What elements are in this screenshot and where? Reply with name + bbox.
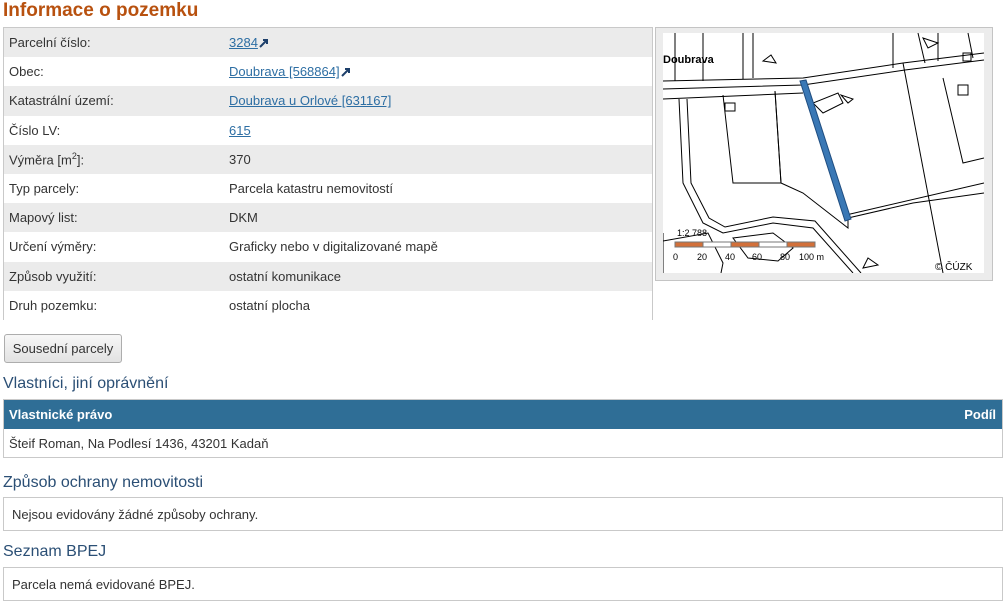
row-label: Obec: (9, 64, 44, 80)
parcel-row-usage: Způsob využití: ostatní komunikace (4, 261, 652, 291)
parcel-row-map-sheet: Mapový list: DKM (4, 203, 652, 233)
highlighted-parcel[interactable] (799, 79, 852, 222)
scale-tick: 20 (697, 252, 707, 262)
owners-section-title: Vlastníci, jiní oprávnění (3, 375, 169, 392)
map-place-label: Doubrava (663, 54, 715, 66)
scale-tick: 100 m (799, 252, 824, 262)
owners-table: Vlastnické právo Podíl Šteif Roman, Na P… (3, 399, 1003, 458)
bpej-box: Parcela nemá evidované BPEJ. (3, 567, 1003, 601)
map-copyright: © ČÚZK (935, 260, 973, 273)
external-link-icon[interactable] (340, 67, 351, 77)
parcel-row-cadastral-area: Katastrální území: Doubrava u Orlové [63… (4, 86, 652, 116)
parcel-row-type: Typ parcely: Parcela katastru nemovitost… (4, 173, 652, 204)
parcel-row-number: Parcelní číslo: 3284 (4, 28, 652, 58)
map-canvas[interactable]: Doubrava 1:2 788 0 20 40 60 80 100 m © Č… (663, 33, 984, 273)
share-header: Podíl (964, 407, 996, 422)
bpej-section-title: Seznam BPEJ (3, 543, 107, 560)
row-value: 370 (229, 151, 251, 167)
table-row: Šteif Roman, Na Podlesí 1436, 43201 Kada… (4, 429, 1002, 458)
row-label: Katastrální území: (9, 93, 114, 109)
row-value: Graficky nebo v digitalizované mapě (229, 239, 438, 255)
row-label: Mapový list: (9, 210, 78, 226)
row-label: Druh pozemku: (9, 297, 98, 313)
map-scale-text: 1:2 788 (677, 228, 707, 238)
cadastral-map-drawing: Doubrava 1:2 788 0 20 40 60 80 100 m © Č… (663, 33, 984, 273)
owners-table-header: Vlastnické právo Podíl (4, 400, 1002, 429)
row-value: Parcela katastru nemovitostí (229, 181, 394, 197)
cadastral-area-link[interactable]: Doubrava u Orlové [631167] (229, 93, 391, 108)
parcel-map[interactable]: Doubrava 1:2 788 0 20 40 60 80 100 m © Č… (655, 27, 993, 281)
page-title: Informace o pozemku (3, 0, 199, 21)
parcel-number-link[interactable]: 3284 (229, 35, 258, 50)
external-link-icon[interactable] (259, 38, 269, 48)
protection-text: Nejsou evidovány žádné způsoby ochrany. (12, 506, 259, 522)
protection-box: Nejsou evidovány žádné způsoby ochrany. (3, 497, 1003, 531)
lv-number-link[interactable]: 615 (229, 123, 251, 138)
neighbor-parcels-button[interactable]: Sousední parcely (4, 334, 122, 363)
row-label: Způsob využití: (9, 268, 97, 284)
row-label: Parcelní číslo: (9, 35, 91, 51)
parcel-info-table: Parcelní číslo: 3284 Obec: Doubrava [568… (3, 27, 653, 320)
row-value: ostatní komunikace (229, 268, 342, 284)
parcel-row-area: Výměra [m2]: 370 (4, 144, 652, 174)
parcel-row-land-kind: Druh pozemku: ostatní plocha (4, 290, 652, 320)
row-label: Číslo LV: (9, 122, 61, 138)
scale-tick: 60 (752, 252, 762, 262)
row-label: Typ parcely: (9, 181, 80, 197)
municipality-link[interactable]: Doubrava [568864] (229, 64, 340, 79)
parcel-row-lv: Číslo LV: 615 (4, 115, 652, 145)
row-value: DKM (229, 210, 258, 226)
bpej-text: Parcela nemá evidované BPEJ. (12, 576, 195, 592)
row-value: ostatní plocha (229, 297, 310, 313)
scale-tick: 80 (780, 252, 790, 262)
parcel-row-area-method: Určení výměry: Graficky nebo v digitaliz… (4, 232, 652, 262)
scale-tick: 0 (673, 252, 678, 262)
ownership-right-header: Vlastnické právo (9, 407, 113, 422)
row-label: Určení výměry: (9, 239, 97, 255)
parcel-row-municipality: Obec: Doubrava [568864] (4, 57, 652, 87)
owner-name: Šteif Roman, Na Podlesí 1436, 43201 Kada… (9, 436, 269, 451)
protection-section-title: Způsob ochrany nemovitosti (3, 474, 204, 491)
scale-tick: 40 (725, 252, 735, 262)
map-scale-bar (674, 241, 816, 248)
row-label: Výměra [m2]: (9, 151, 85, 168)
